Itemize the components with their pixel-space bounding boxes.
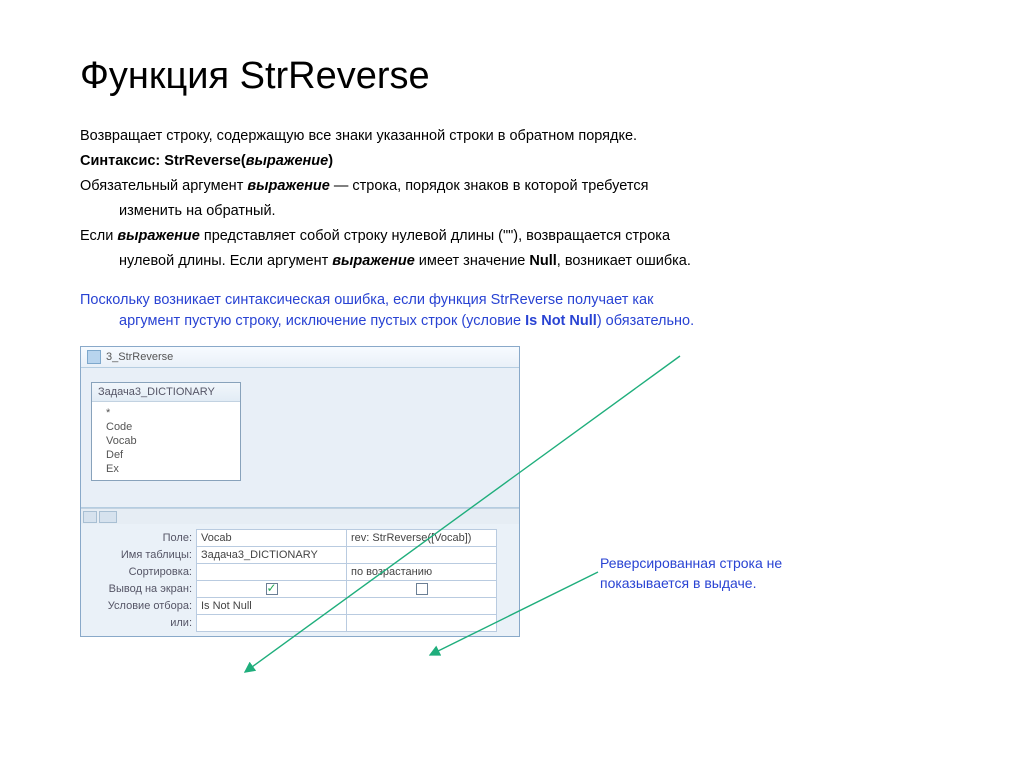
cell-show-2[interactable] [346,580,497,598]
checkbox-icon[interactable] [266,583,278,595]
window-titlebar: 3_StrReverse [81,347,519,368]
row-label-or: или: [87,615,197,632]
row-label-sort: Сортировка: [87,564,197,581]
window-title-text: 3_StrReverse [106,351,173,363]
design-grid: Поле: Vocab rev: StrReverse([Vocab]) Имя… [81,524,519,636]
cell-table-1[interactable]: Задача3_DICTIONARY [196,546,347,564]
table-box: Задача3_DICTIONARY * Code Vocab Def Ex [91,382,241,481]
field-item[interactable]: Def [92,448,240,462]
checkbox-icon[interactable] [416,583,428,595]
cell-field-1[interactable]: Vocab [196,529,347,547]
horizontal-scrollbar[interactable] [81,508,519,524]
description-block: Возвращает строку, содержащую все знаки … [80,126,944,272]
row-label-table: Имя таблицы: [87,547,197,564]
tables-pane: Задача3_DICTIONARY * Code Vocab Def Ex [81,368,519,508]
row-label-show: Вывод на экран: [87,581,197,598]
field-item[interactable]: Code [92,420,240,434]
scroll-thumb[interactable] [99,511,117,523]
query-window: 3_StrReverse Задача3_DICTIONARY * Code V… [80,346,520,637]
field-item[interactable]: * [92,406,240,420]
query-icon [87,350,101,364]
scroll-left-icon[interactable] [83,511,97,523]
desc-null-line1: Если выражение представляет собой строку… [80,226,944,247]
cell-sort-2[interactable]: по возрастанию [346,563,497,581]
cell-or-2[interactable] [346,614,497,632]
cell-show-1[interactable] [196,580,347,598]
row-label-criteria: Условие отбора: [87,598,197,615]
annotation-text: Реверсированная строка не показывается в… [600,554,860,593]
field-item[interactable]: Ex [92,462,240,476]
table-box-title: Задача3_DICTIONARY [92,383,240,402]
table-fields-list: * Code Vocab Def Ex [92,402,240,480]
page-title: Функция StrReverse [80,55,944,98]
desc-return: Возвращает строку, содержащую все знаки … [80,126,944,147]
desc-null-line2: нулевой длины. Если аргумент выражение и… [80,251,944,272]
cell-table-2[interactable] [346,546,497,564]
cell-or-1[interactable] [196,614,347,632]
screenshot: 3_StrReverse Задача3_DICTIONARY * Code V… [80,346,520,637]
cell-criteria-2[interactable] [346,597,497,615]
cell-criteria-1[interactable]: Is Not Null [196,597,347,615]
cell-sort-1[interactable] [196,563,347,581]
row-label-field: Поле: [87,530,197,547]
note-block: Поскольку возникает синтаксическая ошибк… [80,290,944,332]
cell-field-2[interactable]: rev: StrReverse([Vocab]) [346,529,497,547]
desc-syntax: Синтаксис: StrReverse(выражение) [80,151,944,172]
desc-arg-line1: Обязательный аргумент выражение — строка… [80,176,944,197]
desc-arg-line2: изменить на обратный. [80,201,944,222]
field-item[interactable]: Vocab [92,434,240,448]
